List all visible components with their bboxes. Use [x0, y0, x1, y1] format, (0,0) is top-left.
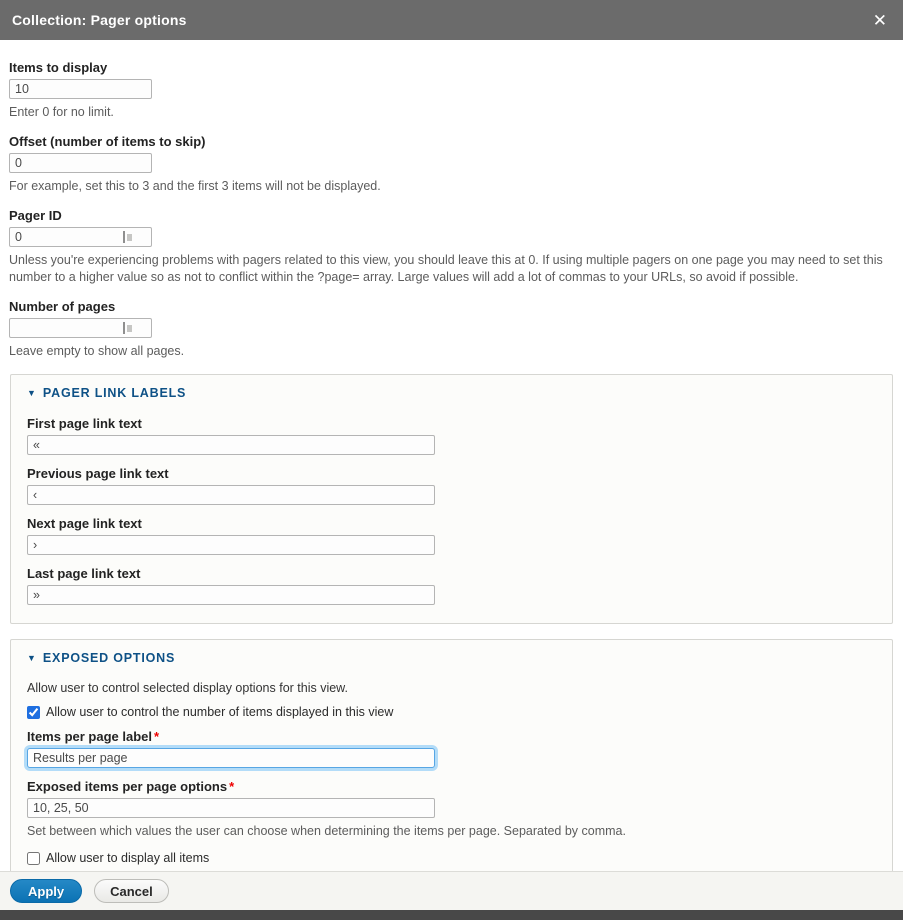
pager-options-dialog: Collection: Pager options ✕ Items to dis… — [0, 0, 903, 920]
last-page-link-label: Last page link text — [27, 566, 876, 581]
pager-link-labels-legend[interactable]: PAGER LINK LABELS — [43, 386, 186, 400]
exposed-items-options-description: Set between which values the user can ch… — [27, 823, 876, 840]
offset-description: For example, set this to 3 and the first… — [9, 178, 889, 195]
next-page-link-label: Next page link text — [27, 516, 876, 531]
exposed-items-options-label: Exposed items per page options* — [27, 779, 876, 794]
exposed-options-legend[interactable]: EXPOSED OPTIONS — [43, 651, 175, 665]
items-to-display-input[interactable] — [9, 79, 152, 99]
items-per-page-label-text: Items per page label — [27, 729, 152, 744]
dialog-titlebar: Collection: Pager options ✕ — [0, 0, 903, 40]
fieldset-exposed-options: ▼ EXPOSED OPTIONS Allow user to control … — [10, 639, 893, 871]
apply-button[interactable]: Apply — [10, 879, 82, 903]
form-item-previous-page-link: Previous page link text — [27, 466, 876, 505]
pager-id-input-wrap — [9, 227, 152, 247]
form-item-next-page-link: Next page link text — [27, 516, 876, 555]
dialog-content: Items to display Enter 0 for no limit. O… — [0, 40, 903, 871]
number-of-pages-description: Leave empty to show all pages. — [9, 343, 889, 360]
pager-id-label: Pager ID — [9, 208, 893, 223]
form-item-items-per-page-label: Items per page label* — [27, 729, 876, 768]
first-page-link-label: First page link text — [27, 416, 876, 431]
exposed-items-options-input[interactable] — [27, 798, 435, 818]
items-per-page-label: Items per page label* — [27, 729, 876, 744]
dialog-footer: Apply Cancel — [0, 871, 903, 910]
required-asterisk: * — [154, 729, 159, 744]
collapse-triangle-icon: ▼ — [27, 654, 36, 663]
required-asterisk: * — [229, 779, 234, 794]
allow-display-all-checkbox[interactable] — [27, 852, 40, 865]
form-item-pager-id: Pager ID Unless you're experiencing prob… — [9, 208, 893, 286]
items-to-display-label: Items to display — [9, 60, 893, 75]
exposed-options-description: Allow user to control selected display o… — [27, 681, 876, 695]
form-item-exposed-items-options: Exposed items per page options* Set betw… — [27, 779, 876, 840]
fieldset-legend-exposed-options[interactable]: ▼ EXPOSED OPTIONS — [27, 651, 876, 665]
previous-page-link-input[interactable] — [27, 485, 435, 505]
form-item-last-page-link: Last page link text — [27, 566, 876, 605]
exposed-items-options-label-text: Exposed items per page options — [27, 779, 227, 794]
offset-label: Offset (number of items to skip) — [9, 134, 893, 149]
pager-id-input[interactable] — [9, 227, 152, 247]
page-background-strip — [0, 910, 903, 920]
form-item-first-page-link: First page link text — [27, 416, 876, 455]
items-per-page-input[interactable] — [27, 748, 435, 768]
last-page-link-input[interactable] — [27, 585, 435, 605]
allow-control-items-checkbox[interactable] — [27, 706, 40, 719]
dialog-title: Collection: Pager options — [12, 12, 187, 28]
allow-control-items-label[interactable]: Allow user to control the number of item… — [46, 705, 393, 719]
checkbox-row-items-displayed: Allow user to control the number of item… — [27, 705, 876, 719]
form-item-items-to-display: Items to display Enter 0 for no limit. — [9, 60, 893, 121]
pager-id-description: Unless you're experiencing problems with… — [9, 252, 889, 286]
fieldset-legend-pager-link-labels[interactable]: ▼ PAGER LINK LABELS — [27, 386, 876, 400]
number-of-pages-input[interactable] — [9, 318, 152, 338]
offset-input[interactable] — [9, 153, 152, 173]
fieldset-pager-link-labels: ▼ PAGER LINK LABELS First page link text… — [10, 374, 893, 624]
checkbox-row-display-all: Allow user to display all items — [27, 851, 876, 865]
form-item-number-of-pages: Number of pages Leave empty to show all … — [9, 299, 893, 360]
allow-display-all-label[interactable]: Allow user to display all items — [46, 851, 209, 865]
form-item-offset: Offset (number of items to skip) For exa… — [9, 134, 893, 195]
items-to-display-description: Enter 0 for no limit. — [9, 104, 889, 121]
number-of-pages-input-wrap — [9, 318, 152, 338]
next-page-link-input[interactable] — [27, 535, 435, 555]
collapse-triangle-icon: ▼ — [27, 389, 36, 398]
number-of-pages-label: Number of pages — [9, 299, 893, 314]
first-page-link-input[interactable] — [27, 435, 435, 455]
close-icon[interactable]: ✕ — [869, 10, 891, 31]
cancel-button[interactable]: Cancel — [94, 879, 169, 903]
previous-page-link-label: Previous page link text — [27, 466, 876, 481]
